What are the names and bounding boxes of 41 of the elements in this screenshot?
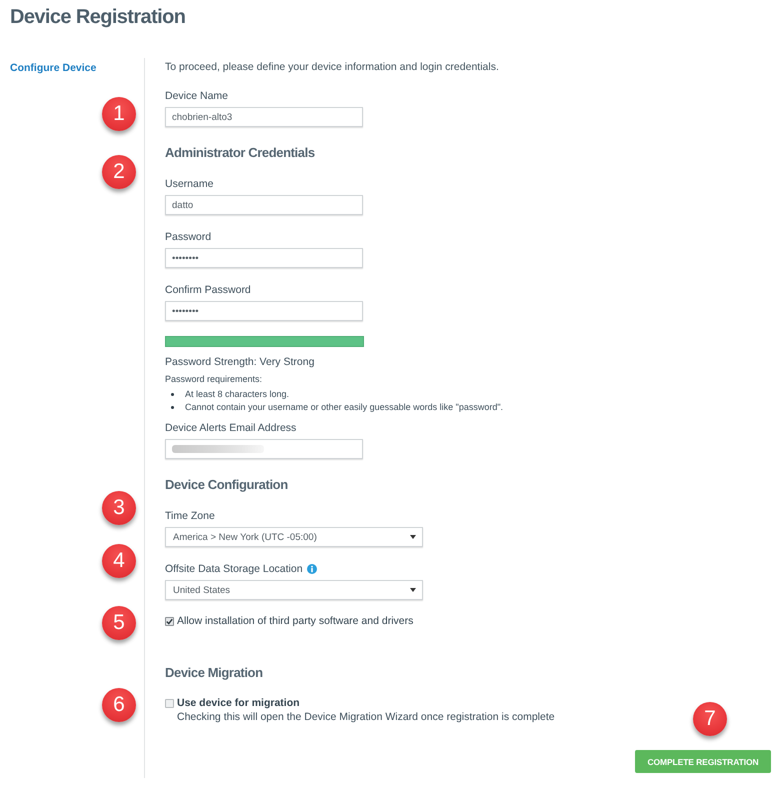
dropdown[interactable]: United States <box>165 580 423 600</box>
step-badge: 4 <box>102 544 136 578</box>
password-field[interactable]: •••••••• <box>165 301 363 321</box>
requirements-title: Password requirements: <box>165 373 262 385</box>
caret-icon <box>410 535 416 539</box>
requirement-text: Cannot contain your username or other easily guessable words like "password". <box>185 401 504 414</box>
step-badge: 3 <box>102 491 136 525</box>
strength-text: Password Strength: Very Strong <box>165 355 314 369</box>
input-field[interactable]: datto <box>165 195 363 215</box>
caret-icon <box>410 588 416 592</box>
checkbox[interactable] <box>165 616 174 626</box>
input-field[interactable]: chobrien-alto3 <box>165 107 363 127</box>
field-label: Username <box>165 177 214 191</box>
email-field[interactable] <box>165 439 363 459</box>
page-title: Device Registration <box>10 5 186 30</box>
field-label: Device Alerts Email Address <box>165 421 296 435</box>
password-field[interactable]: •••••••• <box>165 248 363 268</box>
section-heading: Administrator Credentials <box>165 144 315 162</box>
section-heading: Device Migration <box>165 664 263 682</box>
requirement-text: At least 8 characters long. <box>185 388 290 401</box>
field-label: Time Zone <box>165 509 215 523</box>
intro-text: To proceed, please define your device information and login credentials. <box>165 60 499 74</box>
section-heading: Device Configuration <box>165 476 288 494</box>
step-badge: 5 <box>102 606 136 640</box>
info-icon[interactable] <box>306 564 317 574</box>
field-label: Confirm Password <box>165 283 251 297</box>
checkbox[interactable] <box>165 698 174 708</box>
step-badge: 1 <box>102 97 136 131</box>
step-badge: 7 <box>693 702 727 736</box>
checkbox-label: Use device for migration <box>177 696 300 710</box>
bullet-icon <box>171 393 174 396</box>
checkbox-description: Checking this will open the Device Migration Wizard once registration is complete <box>177 710 555 724</box>
step-badge: 6 <box>102 688 136 722</box>
field-label: Offsite Data Storage Location <box>165 562 303 576</box>
field-label: Password <box>165 230 212 244</box>
dropdown[interactable]: America > New York (UTC -05:00) <box>165 527 423 547</box>
field-label: Device Name <box>165 89 228 103</box>
sidebar-link[interactable]: Configure Device <box>10 61 96 75</box>
bullet-icon <box>171 406 174 409</box>
step-badge: 2 <box>102 155 136 189</box>
checkbox-label: Allow installation of third party software and drivers <box>177 614 414 628</box>
